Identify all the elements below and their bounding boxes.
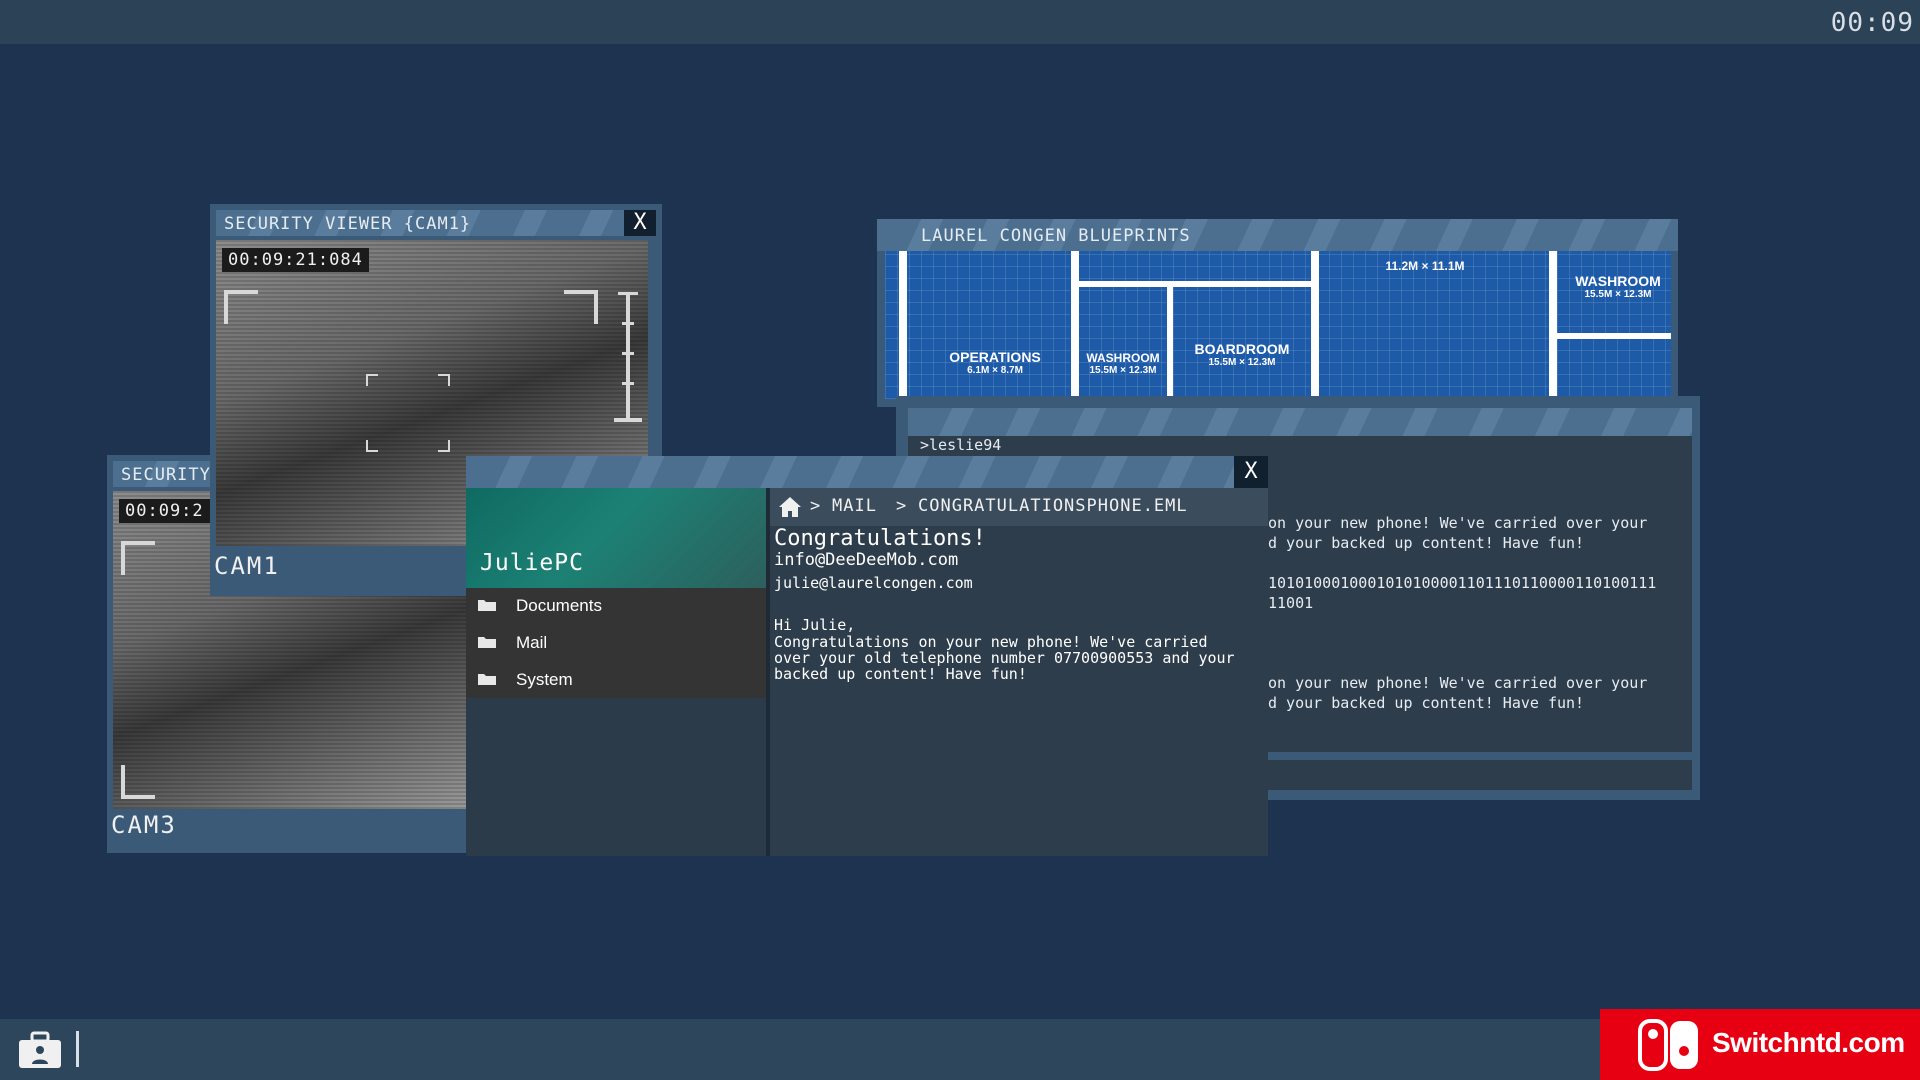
juliepc-header: JuliePC: [466, 488, 766, 588]
menu-item-mail[interactable]: Mail: [466, 625, 766, 661]
cam1-zoom-tick: [622, 322, 634, 325]
menu-item-label: Documents: [516, 596, 602, 615]
blueprint-wall: [1311, 251, 1319, 399]
cam1-focus-corner: [438, 374, 450, 386]
cam1-zoom-tick: [622, 352, 634, 355]
room-dims: 6.1M × 8.7M: [967, 365, 1023, 376]
console-logo-icon: [1638, 1019, 1698, 1071]
cam1-frame-corner: [564, 290, 598, 324]
folder-icon: [478, 600, 496, 611]
juliepc-sidebar: JuliePC Documents Mail System: [466, 488, 766, 856]
room-dims: 15.5M × 12.3M: [1584, 289, 1652, 300]
terminal-line: on your new phone! We've carried over yo…: [1268, 674, 1648, 692]
cam3-frame-corner: [121, 765, 155, 799]
blueprint-wall: [1071, 251, 1079, 399]
cam1-label: CAM1: [214, 552, 280, 580]
top-bar: 00:09: [0, 0, 1920, 44]
breadcrumb: > MAIL > CONGRATULATIONSPHONE.EML: [770, 488, 1268, 526]
cam1-zoom-tick: [614, 418, 642, 422]
breadcrumb-separator: >: [896, 496, 908, 516]
room-name: WASHROOM: [1575, 273, 1661, 289]
blueprints-titlebar[interactable]: LAUREL CONGEN BLUEPRINTS: [877, 219, 1678, 251]
juliepc-close-button[interactable]: X: [1234, 456, 1268, 488]
menu-item-documents[interactable]: Documents: [466, 588, 766, 624]
terminal-line: d your backed up content! Have fun!: [1268, 534, 1585, 552]
menu-item-system[interactable]: System: [466, 662, 766, 698]
home-icon[interactable]: [778, 496, 802, 518]
menu-item-label: System: [516, 670, 573, 689]
briefcase-icon[interactable]: [18, 1031, 62, 1069]
mail-subject: Congratulations!: [774, 526, 986, 551]
cam1-close-button[interactable]: X: [624, 210, 656, 236]
cam1-zoom-tick: [622, 382, 634, 385]
cam1-focus-corner: [366, 440, 378, 452]
cam1-frame-corner: [224, 290, 258, 324]
blueprint-room: WASHROOM 15.5M × 12.3M: [1081, 351, 1165, 376]
mail-pane: > MAIL > CONGRATULATIONSPHONE.EML Congra…: [770, 488, 1268, 856]
cam3-frame-corner: [121, 541, 155, 575]
taskbar-separator: [76, 1031, 79, 1067]
cam3-timestamp: 00:09:2: [119, 499, 210, 523]
juliepc-menu: Documents Mail System: [466, 588, 766, 698]
folder-icon: [478, 674, 496, 685]
cam1-zoom-tick: [618, 292, 638, 295]
terminal-line: 1010100010001010100001101110110000110100…: [1268, 574, 1657, 592]
juliepc-titlebar[interactable]: X: [466, 456, 1268, 488]
folder-icon: [478, 637, 496, 648]
blueprint-room: WASHROOM 15.5M × 12.3M: [1565, 273, 1671, 300]
terminal-line: d your backed up content! Have fun!: [1268, 694, 1585, 712]
room-dims: 15.5M × 12.3M: [1089, 365, 1157, 376]
brand-text: Switchntd.com: [1712, 1027, 1905, 1058]
mail-from: info@DeeDeeMob.com: [774, 550, 959, 570]
room-name: BOARDROOM: [1194, 341, 1290, 357]
blueprint-room: OPERATIONS 6.1M × 8.7M: [935, 349, 1055, 376]
blueprint-wall: [1167, 281, 1173, 399]
juliepc-window[interactable]: X JuliePC Documents Mail System > MAIL >…: [466, 456, 1268, 856]
terminal-line: 11001: [1268, 594, 1314, 612]
mail-greeting: Hi Julie,: [774, 616, 856, 634]
terminal-prompt: >leslie94: [920, 436, 1002, 454]
cam1-focus-corner: [438, 440, 450, 452]
mail-body-line: backed up content! Have fun!: [774, 665, 1027, 683]
breadcrumb-file: CONGRATULATIONSPHONE.EML: [918, 496, 1188, 516]
brand-watermark: Switchntd.com: [1600, 1009, 1920, 1080]
room-dims: 11.2M × 11.1M: [1385, 259, 1465, 273]
cam1-titlebar[interactable]: SECURITY VIEWER {CAM1} X: [216, 210, 656, 236]
blueprint-wall: [899, 251, 907, 399]
cam1-focus-corner: [366, 374, 378, 386]
room-dims: 15.5M × 12.3M: [1208, 357, 1276, 368]
blueprints-window-title: LAUREL CONGEN BLUEPRINTS: [921, 226, 1191, 246]
breadcrumb-separator: >: [810, 496, 822, 516]
blueprint-room-dims: 11.2M × 11.1M: [1355, 259, 1495, 273]
clock: 00:09: [1830, 8, 1914, 38]
blueprints-window[interactable]: LAUREL CONGEN BLUEPRINTS OPERATIONS 6.1M…: [877, 219, 1678, 407]
cam3-label: CAM3: [111, 811, 177, 839]
cam1-window-title: SECURITY VIEWER {CAM1}: [224, 214, 472, 234]
breadcrumb-mail[interactable]: MAIL: [832, 496, 877, 516]
terminal-titlebar[interactable]: [908, 408, 1692, 436]
cam1-zoom-scale: [626, 292, 630, 422]
room-name: OPERATIONS: [949, 349, 1041, 365]
cam1-timestamp: 00:09:21:084: [222, 248, 369, 272]
blueprint-wall: [1071, 281, 1311, 287]
cam3-window-title: SECURITY: [121, 465, 211, 485]
terminal-line: on your new phone! We've carried over yo…: [1268, 514, 1648, 532]
room-name: WASHROOM: [1086, 351, 1160, 365]
menu-item-label: Mail: [516, 633, 548, 652]
blueprint-wall: [1557, 333, 1671, 339]
pc-name: JuliePC: [480, 550, 584, 576]
blueprint-wall: [1549, 251, 1557, 399]
blueprint-map: OPERATIONS 6.1M × 8.7M WASHROOM 15.5M × …: [885, 251, 1671, 399]
mail-to: julie@laurelcongen.com: [774, 574, 973, 592]
blueprint-room: BOARDROOM 15.5M × 12.3M: [1179, 341, 1305, 368]
